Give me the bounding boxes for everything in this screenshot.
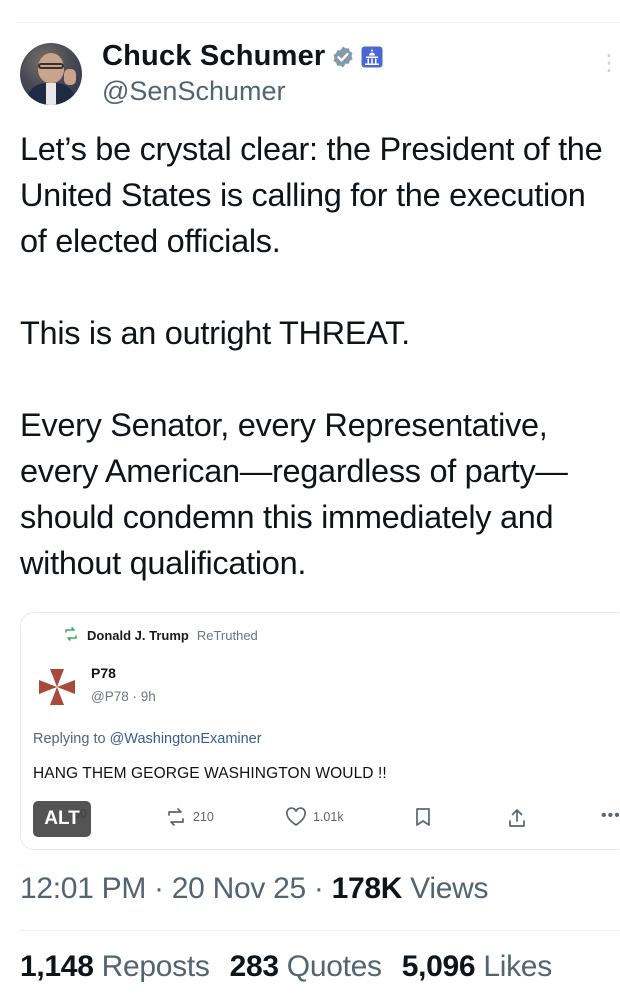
tweet-paragraph: This is an outright THREAT. [20,315,410,351]
author-handle[interactable]: @SenSchumer [102,76,286,107]
separator-dot: · [146,872,172,905]
views-count: 178K [331,872,403,905]
verified-badge-icon[interactable] [331,45,355,69]
reposts-label: Reposts [101,950,210,983]
tweet-timestamp: 12:01 PM · 20 Nov 25 · 178K Views [20,872,488,906]
tweet-paragraph: Every Senator, every Representative, eve… [20,407,568,581]
author-display-name[interactable]: Chuck Schumer [102,40,325,73]
retruth-icon [63,627,79,644]
top-divider [18,22,620,23]
share-icon [507,807,527,829]
tweet-body: Let’s be crystal clear: the President of… [20,126,616,586]
tweet-detail: Chuck Schumer @SenSchumer ⋮ Let’s be cry… [0,0,620,1000]
alt-text-button[interactable]: ALT [33,801,91,837]
embedded-post-image[interactable]: Donald J. Trump ReTruthed P78 @P78 · 9h … [20,612,620,850]
us-capitol-icon[interactable] [361,46,383,68]
embedded-author-name: P78 [91,665,116,681]
likes-label: Likes [483,950,552,983]
reposts-count: 1,148 [20,950,94,983]
cross-emblem-icon [35,665,79,709]
tweet-header: Chuck Schumer @SenSchumer ⋮ [20,40,620,110]
views-label: Views [402,872,489,905]
retruth-row: Donald J. Trump ReTruthed [63,627,258,644]
quotes-stat[interactable]: 283 Quotes [230,950,382,984]
bookmark-icon [415,807,431,827]
likes-count: 5,096 [401,950,476,983]
embedded-author-meta: @P78 · 9h [91,689,156,704]
reposts-stat[interactable]: 1,148 Reposts [20,950,210,984]
retruth-label: ReTruthed [196,628,258,643]
embedded-like-count: 1.01k [313,810,344,824]
stats-divider [20,930,620,931]
tweet-time[interactable]: 12:01 PM [20,872,146,905]
embedded-actions: 30 ALT 210 1.01k ••• [21,801,620,837]
likes-stat[interactable]: 5,096 Likes [402,950,552,984]
tweet-paragraph: Let’s be crystal clear: the President of… [20,131,603,259]
quotes-count: 283 [229,950,279,983]
embedded-like: 1.01k [285,807,344,827]
separator-dot: · [305,872,332,905]
embedded-post-text: HANG THEM GEORGE WASHINGTON WOULD !! [33,765,387,782]
retruth-user: Donald J. Trump [87,628,189,643]
replying-prefix: Replying to [33,731,110,747]
quotes-label: Quotes [286,950,382,983]
replying-to: Replying to @WashingtonExaminer [33,731,262,747]
engagement-stats: 1,148 Reposts 283 Quotes 5,096 Likes [20,950,552,984]
more-options-icon[interactable]: ⋮ [598,52,620,74]
author-avatar[interactable] [20,43,82,105]
name-row: Chuck Schumer [102,40,383,73]
embedded-retruth-count: 210 [193,810,214,824]
tweet-date[interactable]: 20 Nov 25 [172,872,306,905]
embedded-retruth: 210 [165,807,214,827]
replying-mention: @WashingtonExaminer [109,731,262,747]
embedded-more-icon: ••• [601,807,620,824]
